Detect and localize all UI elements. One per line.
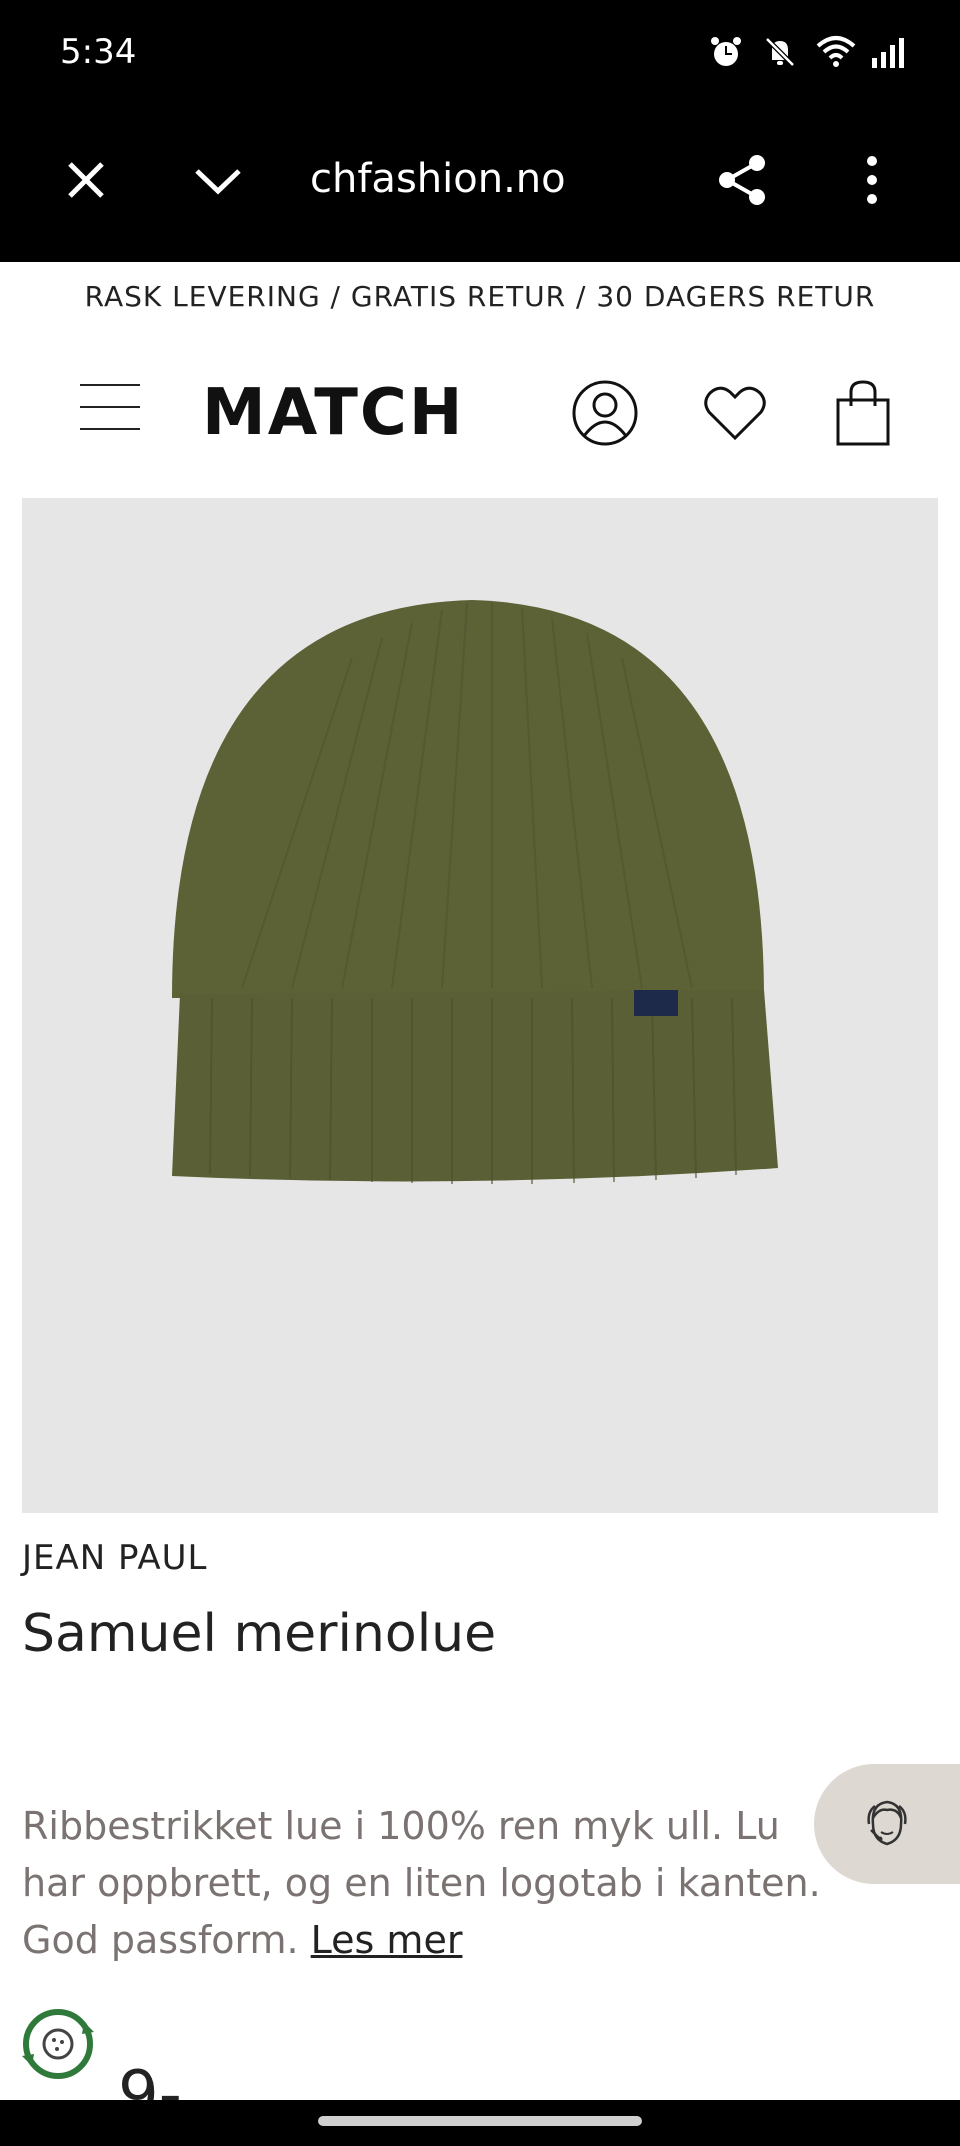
more-icon[interactable] <box>842 150 902 210</box>
url-text[interactable]: chfashion.no <box>310 156 566 202</box>
status-icons <box>708 34 906 70</box>
system-nav-bar <box>0 2100 960 2146</box>
mute-icon <box>762 34 798 70</box>
promo-banner: RASK LEVERING / GRATIS RETUR / 30 DAGERS… <box>84 280 876 313</box>
description-line: God passform. Les mer <box>22 1912 892 1969</box>
bag-icon[interactable] <box>828 378 898 448</box>
chat-button[interactable] <box>814 1764 960 1884</box>
share-icon[interactable] <box>712 150 772 210</box>
product-title: Samuel merinolue <box>22 1604 497 1664</box>
description-line: har oppbrett, og en liten logotab i kant… <box>22 1861 821 1905</box>
read-more-link[interactable]: Les mer <box>311 1918 463 1962</box>
status-time: 5:34 <box>60 32 137 72</box>
home-gesture-handle[interactable] <box>318 2116 642 2126</box>
chevron-down-icon[interactable] <box>188 150 248 210</box>
logo[interactable]: MATCH <box>202 376 464 450</box>
wishlist-icon[interactable] <box>700 378 770 448</box>
description-line: Ribbestrikket lue i 100% ren myk ull. Lu <box>22 1804 780 1848</box>
status-bar: 5:34 <box>0 0 960 112</box>
product-brand[interactable]: JEAN PAUL <box>22 1538 207 1578</box>
browser-toolbar: chfashion.no <box>0 112 960 262</box>
recycle-badge-icon <box>20 2006 96 2082</box>
product-description: Ribbestrikket lue i 100% ren myk ull. Lu… <box>22 1798 892 1969</box>
signal-icon <box>870 34 906 70</box>
description-line-text: God passform. <box>22 1918 299 1962</box>
beanie-image <box>172 600 778 1184</box>
support-agent-icon <box>867 1800 907 1846</box>
account-icon[interactable] <box>570 378 640 448</box>
wifi-icon <box>816 34 856 70</box>
menu-icon[interactable] <box>80 384 140 434</box>
alarm-icon <box>708 34 744 70</box>
site-header: MATCH <box>0 350 960 480</box>
logo-tab <box>634 990 678 1016</box>
close-icon[interactable] <box>56 150 116 210</box>
product-image[interactable] <box>22 498 938 1513</box>
